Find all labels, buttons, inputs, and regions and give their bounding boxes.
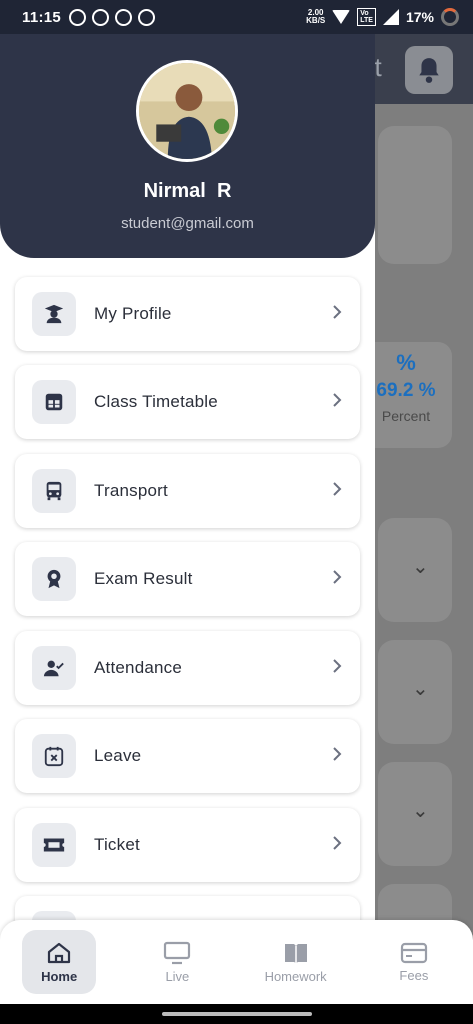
chevron-right-icon: [333, 659, 342, 673]
user-name: Nirmal R: [143, 180, 232, 202]
drawer-header: Nirmal R student@gmail.com: [0, 34, 375, 258]
battery-percent: 17%: [405, 9, 434, 25]
background-card: [378, 126, 452, 264]
menu-label: Exam Result: [94, 569, 193, 588]
chevron-down-icon: ⌄: [412, 800, 429, 822]
bell-icon: [419, 58, 439, 83]
chevron-right-icon: [333, 305, 342, 319]
notification-icons: [69, 8, 156, 26]
nav-fees[interactable]: Fees: [355, 920, 473, 1004]
menu-label: Leave: [94, 746, 142, 765]
nav-homework[interactable]: Homework: [237, 920, 355, 1004]
missed-call-icon: [138, 8, 156, 26]
home-icon: [48, 942, 71, 963]
ticket-icon: [32, 823, 76, 867]
student-icon: [32, 292, 76, 336]
chevron-right-icon: [333, 393, 342, 407]
chevron-right-icon: [333, 482, 342, 496]
user-check-icon: [32, 646, 76, 690]
avatar[interactable]: [136, 60, 238, 162]
menu-item-attendance[interactable]: Attendance: [15, 631, 360, 705]
bottom-navigation: Home Live Homework Fees: [0, 920, 473, 1004]
monitor-icon: [164, 941, 191, 964]
wifi-icon: [332, 10, 351, 24]
menu-label: Attendance: [94, 658, 183, 677]
menu-item-exam-result[interactable]: Exam Result: [15, 542, 360, 616]
navigation-drawer: Nirmal R student@gmail.com My Profile Cl…: [0, 34, 375, 1024]
network-speed: 2.00 KB/S: [306, 9, 325, 25]
speed-unit: KB/S: [306, 16, 326, 25]
chevron-right-icon: [333, 570, 342, 584]
system-gesture-bar: [0, 1004, 473, 1024]
nav-label: Homework: [264, 968, 327, 984]
menu-item-ticket[interactable]: Ticket: [15, 808, 360, 882]
status-bar: 11:15 2.00 KB/S Vo LTE 17%: [0, 0, 473, 34]
user-email: student@gmail.com: [121, 215, 254, 232]
notification-bell-button: [405, 46, 453, 94]
nav-label: Live: [165, 968, 190, 984]
nav-label: Home: [41, 968, 78, 984]
whatsapp-icon: [69, 8, 87, 26]
nav-live[interactable]: Live: [118, 920, 236, 1004]
menu-item-transport[interactable]: Transport: [15, 454, 360, 528]
home-handle[interactable]: [162, 1012, 312, 1016]
timetable-icon: [32, 380, 76, 424]
chevron-right-icon: [333, 747, 342, 761]
menu-item-leave[interactable]: Leave: [15, 719, 360, 793]
menu-item-class-timetable[interactable]: Class Timetable: [15, 365, 360, 439]
status-time: 11:15: [22, 8, 62, 26]
calendar-x-icon: [32, 734, 76, 778]
chevron-down-icon: ⌄: [412, 556, 429, 578]
bus-icon: [32, 469, 76, 513]
nav-label: Fees: [399, 967, 429, 983]
volte-icon: Vo LTE: [357, 8, 376, 26]
pinwheel-icon: [115, 8, 133, 26]
book-icon: [284, 943, 307, 963]
menu-label: Transport: [94, 481, 168, 500]
menu-label: Ticket: [94, 835, 140, 854]
menu-label: Class Timetable: [94, 392, 218, 411]
nav-home[interactable]: Home: [0, 920, 118, 1004]
chevron-down-icon: ⌄: [412, 678, 429, 700]
award-icon: [32, 557, 76, 601]
profile-photo: [139, 63, 235, 159]
battery-ring-icon: [441, 8, 459, 26]
signal-icon: [382, 9, 399, 25]
card-icon: [400, 942, 427, 963]
app-notification-icon: [92, 8, 110, 26]
menu-label: My Profile: [94, 304, 172, 323]
chevron-right-icon: [333, 836, 342, 850]
menu-item-my-profile[interactable]: My Profile: [15, 277, 360, 351]
